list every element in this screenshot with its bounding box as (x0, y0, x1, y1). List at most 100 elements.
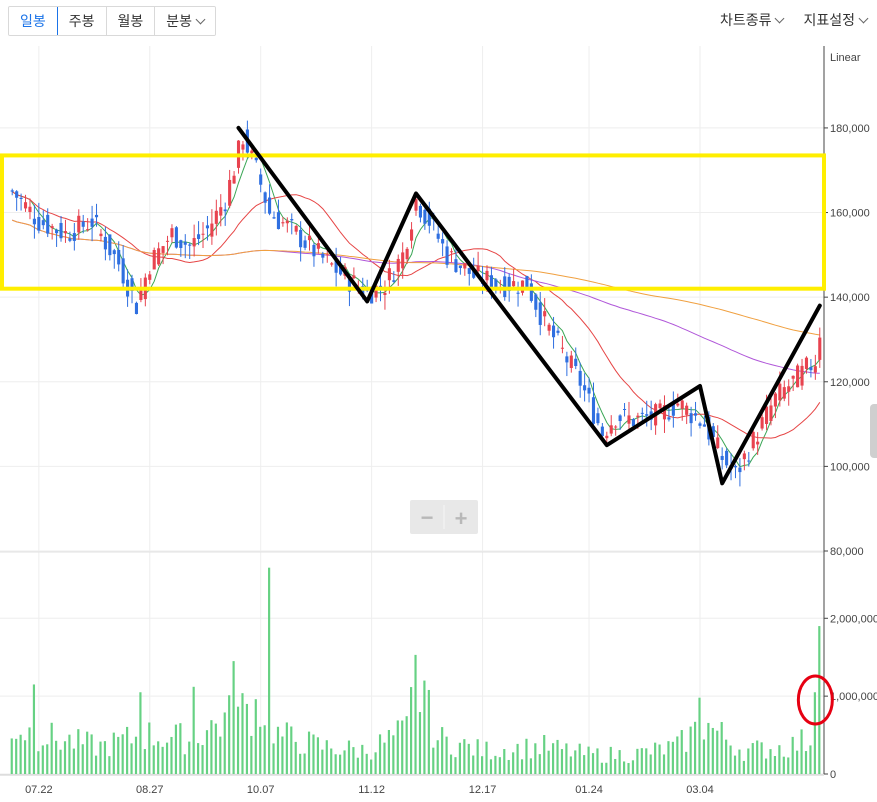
candle-body (494, 279, 498, 287)
candle-body (809, 367, 813, 371)
candle-body (804, 357, 809, 369)
volume-bar (583, 755, 586, 774)
volume-bar (649, 754, 652, 774)
volume-bar (330, 748, 333, 774)
candle-body (19, 197, 23, 199)
volume-bar (423, 680, 426, 774)
panel-resize-handle[interactable] (870, 404, 877, 458)
volume-bar (441, 727, 444, 774)
volume-bar (192, 686, 195, 774)
indicator-settings-label: 지표설정 (803, 12, 855, 28)
candle-body (423, 209, 427, 224)
period-weekly-button[interactable]: 주봉 (57, 7, 107, 35)
candle-body (241, 144, 245, 150)
volume-bar (272, 743, 275, 774)
date-tick-label: 03.04 (686, 784, 714, 796)
candle-body (551, 325, 556, 338)
volume-bar (747, 748, 750, 774)
volume-bar (148, 722, 151, 774)
volume-bar (263, 725, 266, 774)
candle-body (534, 294, 538, 310)
volume-bar (126, 726, 129, 774)
volume-bar (321, 749, 324, 774)
stock-chart[interactable]: Linear 180,000 160,000 140,000 120,000 100,0… (0, 44, 877, 802)
candle-body (72, 233, 76, 241)
volume-bar (112, 732, 115, 774)
indicator-settings-dropdown[interactable]: 지표설정 (803, 10, 869, 30)
volume-bar (551, 743, 555, 774)
candle-body (445, 246, 449, 265)
candle-body (285, 220, 289, 224)
candle-body (50, 226, 54, 229)
candle-body (108, 234, 112, 256)
volume-bar (707, 722, 710, 774)
volume-bars (10, 567, 821, 774)
volume-bar (813, 692, 816, 774)
candle-body (174, 227, 178, 248)
candle-body (587, 387, 591, 394)
period-minute-dropdown[interactable]: 분봉 (155, 7, 216, 35)
candle-body (441, 239, 445, 244)
candle-body (516, 292, 520, 294)
volume-bar (671, 741, 674, 774)
volume-bar (472, 755, 475, 774)
volume-tick-label: 1,000,000 (830, 691, 877, 703)
volume-bar (769, 749, 772, 774)
volume-bar (50, 722, 53, 774)
candle-body (161, 246, 165, 253)
candle-body (791, 375, 795, 379)
chart-type-dropdown[interactable]: 차트종류 (720, 10, 785, 30)
volume-bar (503, 749, 506, 774)
volume-bar (285, 722, 288, 774)
volume-bar (787, 757, 790, 774)
candle-body (640, 412, 644, 414)
zoom-controls: − + (410, 500, 478, 534)
volume-bar (818, 626, 821, 774)
candle-body (352, 275, 356, 279)
volume-bar (574, 750, 577, 774)
volume-bar (525, 738, 528, 774)
volume-bar (569, 756, 572, 774)
volume-bar (245, 703, 249, 774)
candle-body (778, 383, 782, 401)
volume-bar (121, 734, 124, 774)
zoom-in-button[interactable]: + (455, 506, 468, 531)
scale-type-label[interactable]: Linear (830, 52, 861, 64)
candle-body (214, 210, 218, 224)
volume-bar (640, 748, 643, 774)
volume-bar (99, 741, 102, 774)
candle-body (702, 424, 706, 427)
volume-bar (37, 751, 40, 774)
candle-body (578, 370, 582, 386)
volume-bar (68, 734, 71, 774)
volume-bar (711, 727, 714, 774)
user-drawings (0, 125, 834, 726)
candle-body (449, 251, 454, 253)
candle-body (529, 283, 533, 301)
volume-bar (631, 760, 635, 774)
zigzag-trendline (236, 125, 822, 486)
candle-body (680, 400, 684, 409)
volume-bar (19, 734, 22, 774)
zoom-out-button[interactable]: − (421, 505, 434, 530)
period-monthly-button[interactable]: 월봉 (106, 7, 156, 35)
candle-body (94, 214, 99, 218)
volume-bar (467, 743, 470, 774)
volume-bar (130, 743, 133, 774)
candle-body (583, 385, 587, 391)
candle-body (303, 240, 307, 248)
candle-body (290, 219, 294, 221)
volume-bar (28, 727, 31, 774)
volume-bar (361, 744, 364, 774)
candle-body (560, 347, 564, 349)
period-daily-button[interactable]: 일봉 (9, 7, 58, 35)
candle-body (458, 265, 462, 269)
volume-bar (303, 753, 306, 774)
volume-bar (236, 706, 240, 774)
volume-bar (294, 741, 297, 774)
volume-bar (72, 748, 75, 774)
volume-bar (685, 751, 688, 774)
volume-bar (365, 753, 368, 774)
candle-body (281, 222, 285, 224)
candle-body (321, 253, 325, 258)
